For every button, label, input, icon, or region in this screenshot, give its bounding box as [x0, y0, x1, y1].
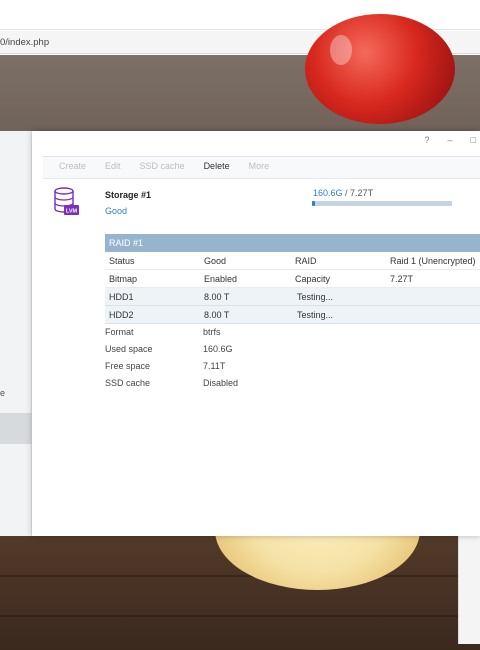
raid-info-row: Status Good RAID Raid 1 (Unencrypted) — [105, 252, 480, 270]
disk-size: 8.00 T — [204, 310, 230, 320]
wallpaper-apple-image — [305, 14, 455, 124]
raid-bitmap-value: Enabled — [204, 274, 238, 284]
disk-row[interactable]: HDD1 8.00 T Testing... — [105, 288, 480, 306]
address-bar-url[interactable]: 0/index.php — [0, 37, 49, 48]
background-window-sidebar — [0, 131, 32, 536]
used-space-value: 160.6G — [203, 344, 233, 354]
format-label: Format — [105, 327, 134, 337]
disk-name: HDD2 — [109, 310, 134, 320]
ssd-cache-label: SSD cache — [105, 378, 151, 388]
raid-group: RAID #1 Status Good RAID Raid 1 (Unencry… — [105, 234, 480, 324]
sidebar-selected-item[interactable] — [0, 413, 32, 444]
create-button[interactable]: Create — [59, 161, 86, 177]
disk-size: 8.00 T — [204, 292, 230, 302]
detail-row: Used space 160.6G — [105, 342, 405, 359]
format-value: btrfs — [203, 327, 221, 337]
filesystem-details: Format btrfs Used space 160.6G Free spac… — [105, 325, 405, 393]
more-button[interactable]: More — [249, 161, 270, 177]
raid-status-label: Status — [109, 256, 135, 266]
used-space-label: Used space — [105, 344, 153, 354]
storage-item[interactable]: LVM Storage #1 Good 160.6G / 7.27T RAID … — [43, 178, 480, 399]
disk-row[interactable]: HDD2 8.00 T Testing... — [105, 306, 480, 324]
storage-used: 160.6G — [313, 188, 343, 198]
storage-pane: Create Edit SSD cache Delete More LVM St… — [43, 156, 480, 399]
background-window-edge — [458, 530, 480, 644]
raid-capacity-label: Capacity — [295, 274, 331, 284]
disk-state: Testing... — [297, 292, 334, 302]
detail-row: SSD cache Disabled — [105, 376, 405, 393]
svg-text:LVM: LVM — [66, 209, 78, 215]
raid-title: RAID #1 — [105, 234, 480, 252]
ssd-cache-button[interactable]: SSD cache — [140, 161, 185, 177]
raid-status-value: Good — [204, 256, 227, 266]
sidebar-partial-label: e — [0, 388, 6, 398]
storage-total: 7.27T — [350, 188, 374, 198]
detail-row: Format btrfs — [105, 325, 405, 342]
storage-status: Good — [105, 206, 128, 216]
lvm-storage-icon: LVM — [54, 187, 79, 215]
disk-state: Testing... — [297, 310, 334, 320]
storage-usage-text: 160.6G / 7.27T — [313, 188, 374, 198]
disk-name: HDD1 — [109, 292, 134, 302]
raid-type-value: Raid 1 (Unencrypted) — [390, 256, 476, 266]
storage-usage-bar — [312, 201, 452, 206]
storage-usage-bar-fill — [312, 201, 316, 206]
detail-row: Free space 7.11T — [105, 359, 405, 376]
minimize-button[interactable]: – — [448, 135, 453, 145]
help-button[interactable]: ? — [425, 135, 430, 145]
raid-bitmap-label: Bitmap — [109, 274, 138, 284]
raid-info-row: Bitmap Enabled Capacity 7.27T — [105, 270, 480, 288]
delete-button[interactable]: Delete — [204, 161, 230, 177]
raid-type-label: RAID — [295, 256, 317, 266]
edit-button[interactable]: Edit — [105, 161, 121, 177]
storage-manager-window: ? – □ Create Edit SSD cache Delete More … — [32, 131, 480, 536]
storage-name: Storage #1 — [105, 190, 152, 200]
raid-capacity-value: 7.27T — [390, 274, 414, 284]
free-space-value: 7.11T — [203, 361, 226, 371]
window-controls: ? – □ — [425, 135, 480, 145]
storage-toolbar: Create Edit SSD cache Delete More — [43, 161, 288, 177]
ssd-cache-value: Disabled — [203, 378, 239, 388]
free-space-label: Free space — [105, 361, 151, 371]
maximize-button[interactable]: □ — [471, 135, 476, 145]
